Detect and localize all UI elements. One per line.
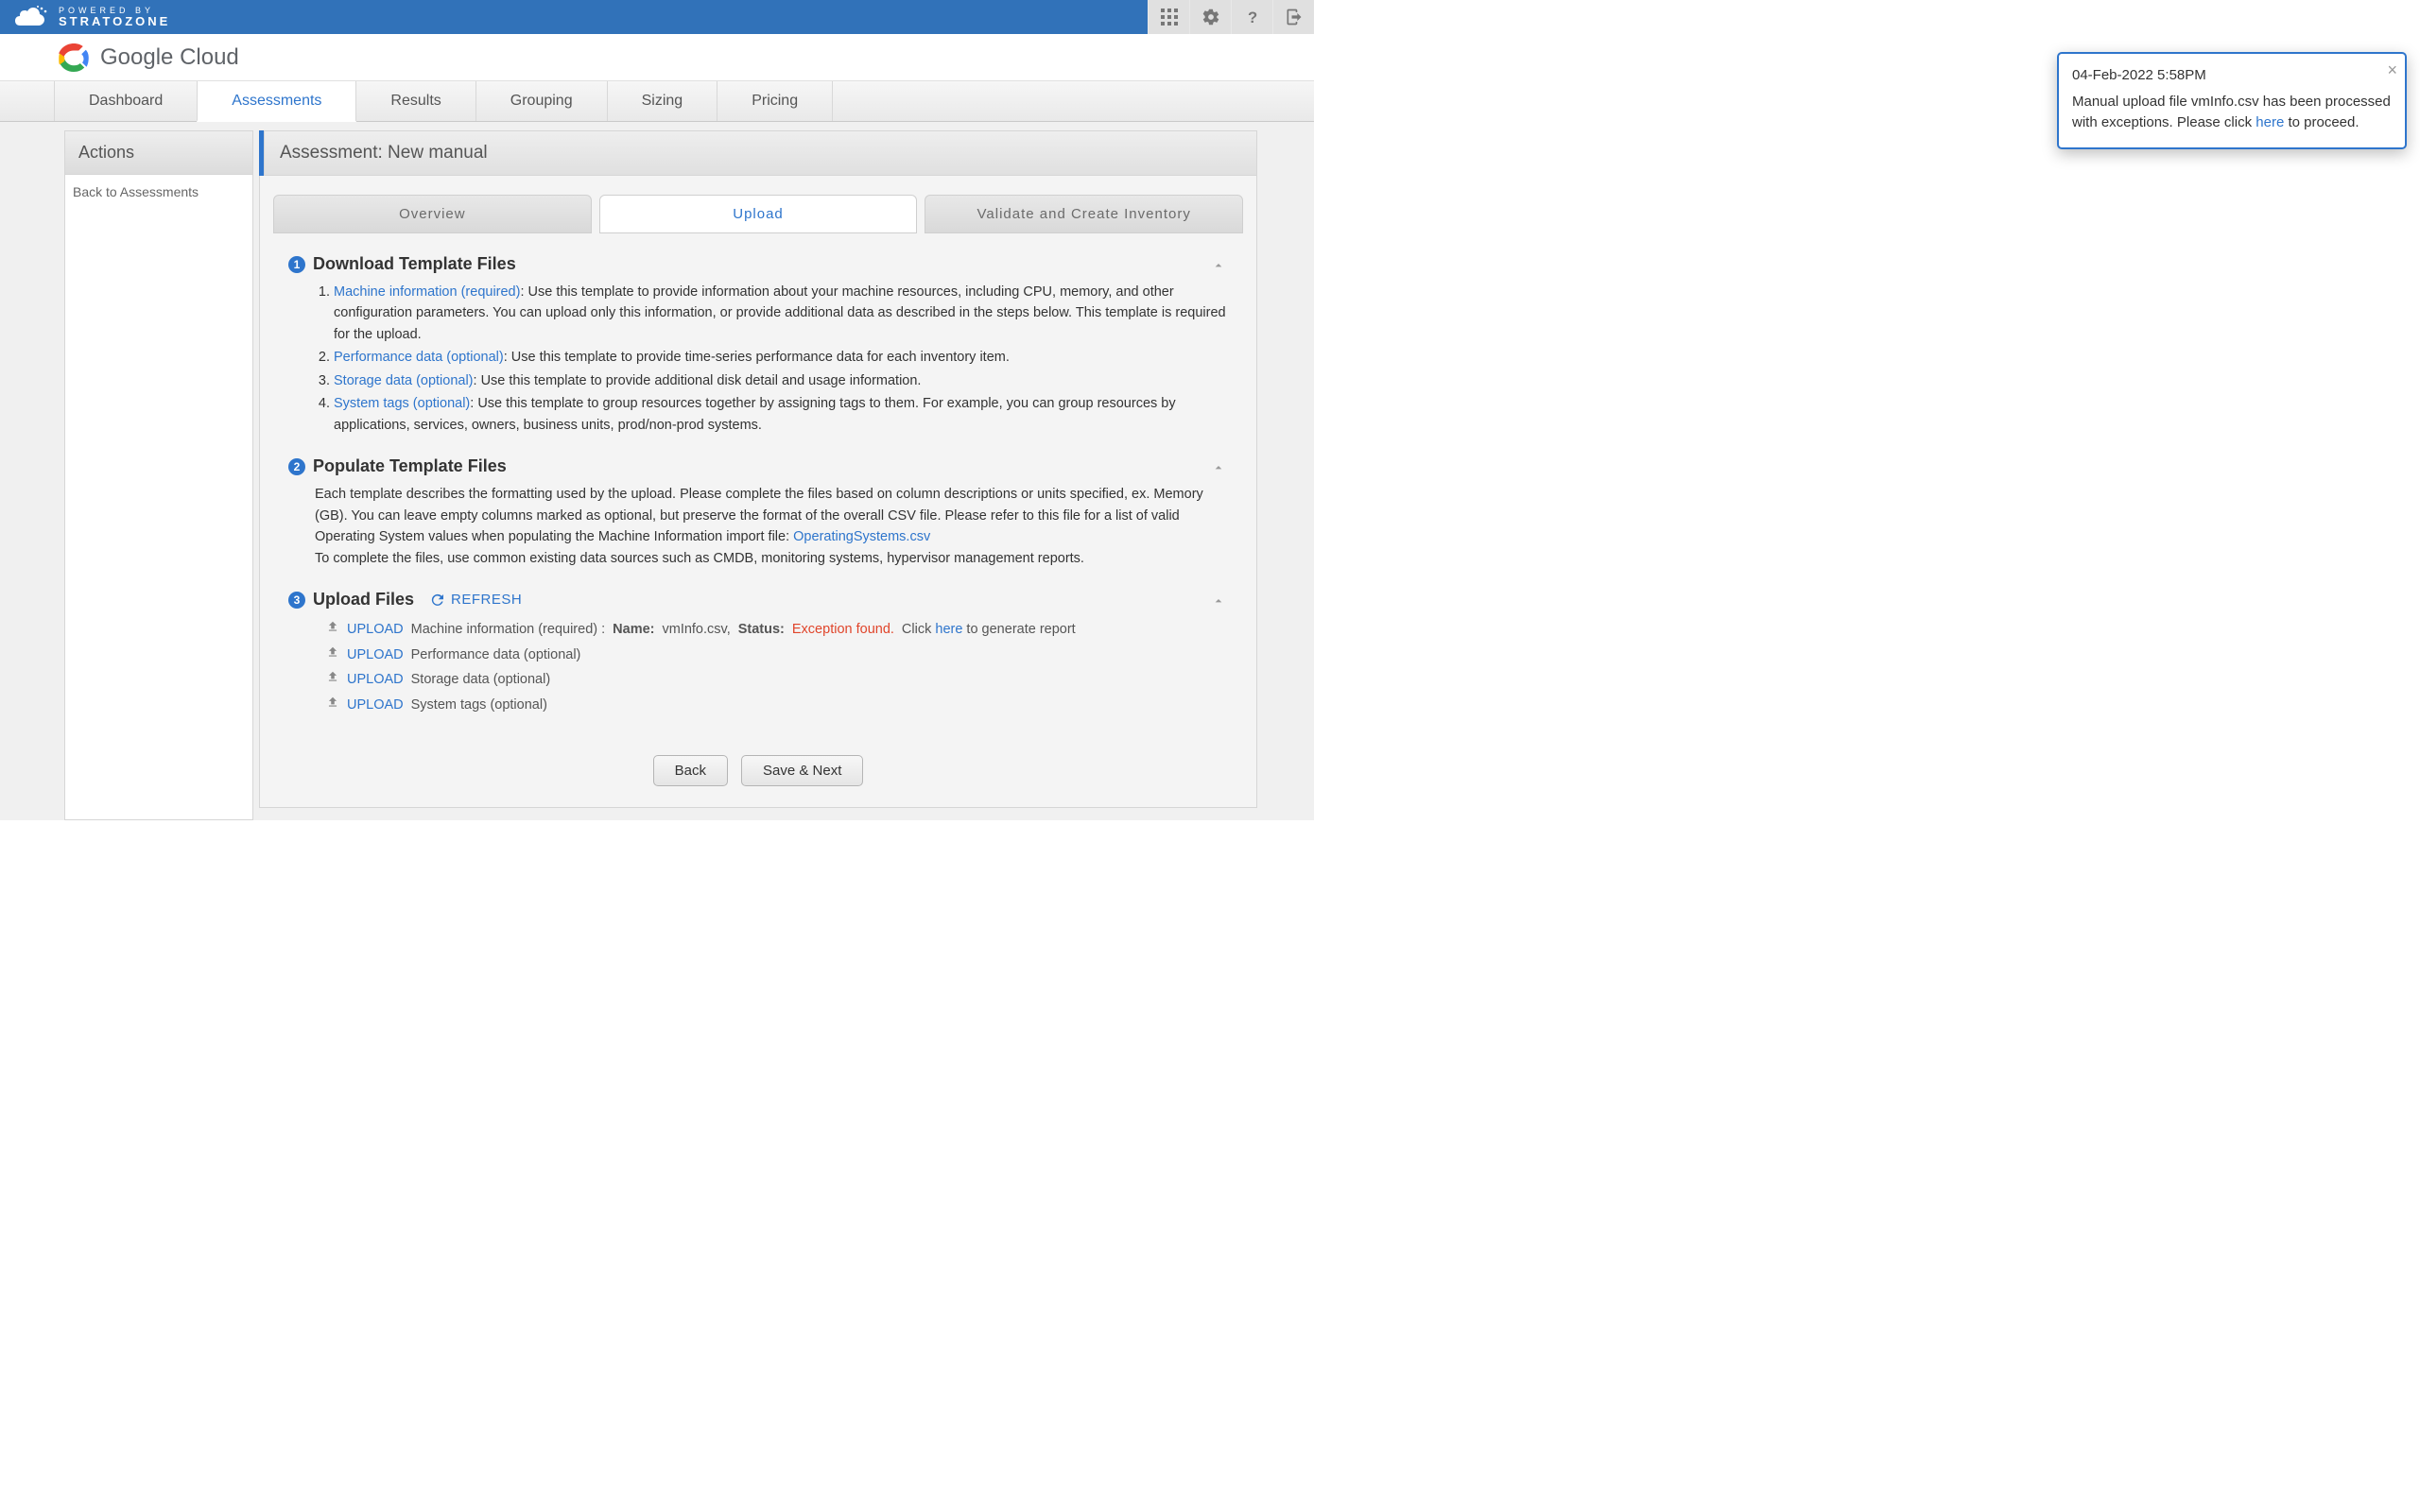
nav-tab-pricing[interactable]: Pricing [717, 81, 833, 121]
nav-tab-assessments[interactable]: Assessments [197, 81, 356, 122]
save-next-button[interactable]: Save & Next [741, 755, 863, 786]
link-storage-data[interactable]: Storage data (optional) [334, 373, 474, 388]
panel-title: Assessment: New manual [264, 130, 1257, 176]
text: : Use this template to provide time-seri… [504, 350, 1010, 365]
upload-button-machine[interactable]: UPLOAD [347, 619, 404, 640]
nav-tab-sizing[interactable]: Sizing [607, 81, 718, 121]
step-1: 1 Download Template Files Machine inform… [273, 254, 1243, 436]
upload-button-performance[interactable]: UPLOAD [347, 644, 404, 665]
name-value: vmInfo.csv, [662, 619, 730, 640]
powered-by-brand: POWERED BY STRATOZONE [11, 5, 170, 29]
topbar: POWERED BY STRATOZONE ? [0, 0, 1314, 34]
upload-row-performance: UPLOAD Performance data (optional) [315, 643, 1228, 667]
gear-icon[interactable] [1189, 0, 1231, 34]
step-3: 3 Upload Files REFRESH UPLOAD Machine in… [273, 590, 1243, 717]
popover-timestamp: 04-Feb-2022 5:58PM [2072, 65, 2392, 86]
popover-here-link[interactable]: here [2256, 114, 2284, 130]
subtab-validate[interactable]: Validate and Create Inventory [925, 195, 1243, 233]
help-icon[interactable]: ? [1231, 0, 1272, 34]
step-1-title: Download Template Files [313, 254, 516, 274]
close-icon[interactable]: × [2387, 58, 2397, 82]
step-2-title: Populate Template Files [313, 456, 507, 476]
name-label: Name: [613, 619, 654, 640]
google-cloud-logo: Google Cloud [57, 43, 239, 72]
text: System tags (optional) [411, 695, 547, 715]
upload-button-systemtags[interactable]: UPLOAD [347, 695, 404, 715]
text: Performance data (optional) [411, 644, 581, 665]
text: to generate report [962, 622, 1075, 637]
upload-icon [326, 619, 339, 640]
step-2: 2 Populate Template Files Each template … [273, 456, 1243, 569]
nav-tab-results[interactable]: Results [355, 81, 475, 121]
upload-icon [326, 695, 339, 715]
chevron-up-icon[interactable] [1211, 460, 1226, 478]
topbar-actions: ? [1148, 0, 1314, 34]
refresh-icon [429, 592, 446, 609]
subtab-overview[interactable]: Overview [273, 195, 592, 233]
powered-by-brand-text: STRATOZONE [59, 15, 170, 27]
chevron-up-icon[interactable] [1211, 593, 1226, 611]
logo-text-bold: Google [100, 44, 173, 70]
step-3-title: Upload Files [313, 590, 414, 610]
text: Machine information (required) : [411, 619, 606, 640]
nav-tab-grouping[interactable]: Grouping [475, 81, 608, 121]
sidebar: Actions Back to Assessments [64, 130, 253, 820]
text: Click [902, 622, 935, 637]
upload-row-machine: UPLOAD Machine information (required) : … [315, 617, 1228, 642]
logout-icon[interactable] [1272, 0, 1314, 34]
logo-row: Google Cloud [0, 34, 1314, 81]
upload-button-storage[interactable]: UPLOAD [347, 669, 404, 690]
refresh-label: REFRESH [451, 592, 522, 608]
footer-buttons: Back Save & Next [273, 755, 1243, 786]
popover-message-tail: to proceed. [2284, 114, 2359, 130]
main-nav: Dashboard Assessments Results Grouping S… [0, 81, 1314, 122]
chevron-up-icon[interactable] [1211, 258, 1226, 276]
text: Each template describes the formatting u… [315, 487, 1203, 544]
stratozone-cloud-icon [11, 5, 49, 29]
status-label: Status: [738, 619, 785, 640]
sidebar-back-link[interactable]: Back to Assessments [65, 175, 252, 209]
nav-tab-dashboard[interactable]: Dashboard [54, 81, 198, 121]
step-2-badge: 2 [288, 458, 305, 475]
upload-icon [326, 644, 339, 665]
link-generate-report[interactable]: here [935, 622, 962, 637]
status-value: Exception found. [792, 619, 894, 640]
sidebar-title: Actions [65, 131, 252, 175]
step-1-badge: 1 [288, 256, 305, 273]
link-performance-data[interactable]: Performance data (optional) [334, 350, 504, 365]
upload-icon [326, 669, 339, 690]
svg-text:?: ? [1248, 9, 1257, 26]
link-machine-info[interactable]: Machine information (required) [334, 284, 520, 300]
notification-popover: × 04-Feb-2022 5:58PM Manual upload file … [2057, 52, 2407, 149]
upload-row-systemtags: UPLOAD System tags (optional) [315, 693, 1228, 717]
upload-row-storage: UPLOAD Storage data (optional) [315, 667, 1228, 692]
text: Storage data (optional) [411, 669, 551, 690]
google-cloud-icon [57, 43, 91, 72]
apps-icon[interactable] [1148, 0, 1189, 34]
logo-text-light: Cloud [180, 44, 239, 70]
text: To complete the files, use common existi… [315, 548, 1228, 569]
subtabs: Overview Upload Validate and Create Inve… [273, 195, 1243, 233]
subtab-upload[interactable]: Upload [599, 195, 918, 233]
link-operating-systems[interactable]: OperatingSystems.csv [793, 529, 930, 544]
back-button[interactable]: Back [653, 755, 728, 786]
link-system-tags[interactable]: System tags (optional) [334, 396, 470, 411]
refresh-button[interactable]: REFRESH [429, 592, 522, 609]
text: : Use this template to provide additiona… [474, 373, 922, 388]
step-3-badge: 3 [288, 592, 305, 609]
